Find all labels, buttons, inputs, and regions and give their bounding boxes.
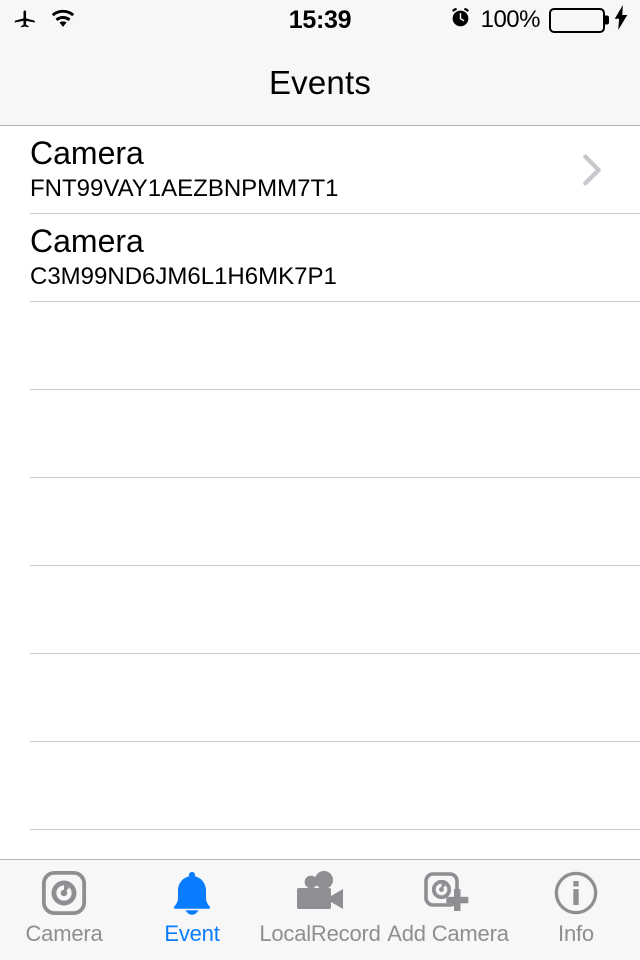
row-title: Camera <box>30 223 144 260</box>
row-text: Camera C3M99ND6JM6L1H6MK7P1 <box>30 223 616 292</box>
app-root: 15:39 100% Events Camera FNT99VAY1AEZBNP… <box>0 0 640 960</box>
battery-icon <box>549 7 605 33</box>
row-subtitle: FNT99VAY1AEZBNPMM7T1 <box>30 175 339 203</box>
bell-icon <box>128 869 256 917</box>
tab-bar: Camera Event LocalRecord Add Camera Info <box>0 859 640 960</box>
tab-label: Add Camera <box>387 921 509 946</box>
add-camera-icon <box>384 869 512 917</box>
tab-label: Event <box>164 921 220 946</box>
tab-camera[interactable]: Camera <box>0 860 128 960</box>
battery-percentage: 100% <box>480 6 541 33</box>
tab-event[interactable]: Event <box>128 860 256 960</box>
tab-label: Info <box>558 921 594 946</box>
info-circle-icon <box>512 869 640 917</box>
row-text: Camera FNT99VAY1AEZBNPMM7T1 <box>30 135 582 204</box>
alarm-clock-icon <box>449 6 472 34</box>
empty-table-row <box>0 830 640 859</box>
empty-table-row <box>0 566 640 654</box>
empty-table-row <box>0 302 640 390</box>
row-title: Camera <box>30 135 144 172</box>
empty-table-row <box>0 478 640 566</box>
page-title: Events <box>268 63 372 101</box>
tab-add-camera[interactable]: Add Camera <box>384 860 512 960</box>
events-list[interactable]: Camera FNT99VAY1AEZBNPMM7T1 Camera C3M99ND6… <box>0 126 640 859</box>
tab-label: LocalRecord <box>259 921 381 946</box>
status-bar-clock: 15:39 <box>288 5 352 34</box>
status-bar: 15:39 100% <box>0 0 640 40</box>
status-bar-right: 100% <box>449 5 628 35</box>
status-bar-left <box>12 5 76 36</box>
table-row[interactable]: Camera C3M99ND6JM6L1H6MK7P1 <box>0 214 640 302</box>
table-row[interactable]: Camera FNT99VAY1AEZBNPMM7T1 <box>0 126 640 214</box>
navigation-bar: Events <box>0 40 640 126</box>
chevron-right-icon[interactable] <box>582 153 602 187</box>
camera-icon <box>0 869 128 917</box>
tab-info[interactable]: Info <box>512 860 640 960</box>
empty-table-row <box>0 654 640 742</box>
empty-table-row <box>0 390 640 478</box>
empty-table-row <box>0 742 640 830</box>
row-subtitle: C3M99ND6JM6L1H6MK7P1 <box>30 263 337 291</box>
tab-label: Camera <box>25 921 103 946</box>
airplane-icon <box>12 5 38 36</box>
lightning-bolt-icon <box>614 5 628 35</box>
wifi-icon <box>50 7 76 34</box>
tab-localrecord[interactable]: LocalRecord <box>256 860 384 960</box>
camcorder-icon <box>256 869 384 917</box>
